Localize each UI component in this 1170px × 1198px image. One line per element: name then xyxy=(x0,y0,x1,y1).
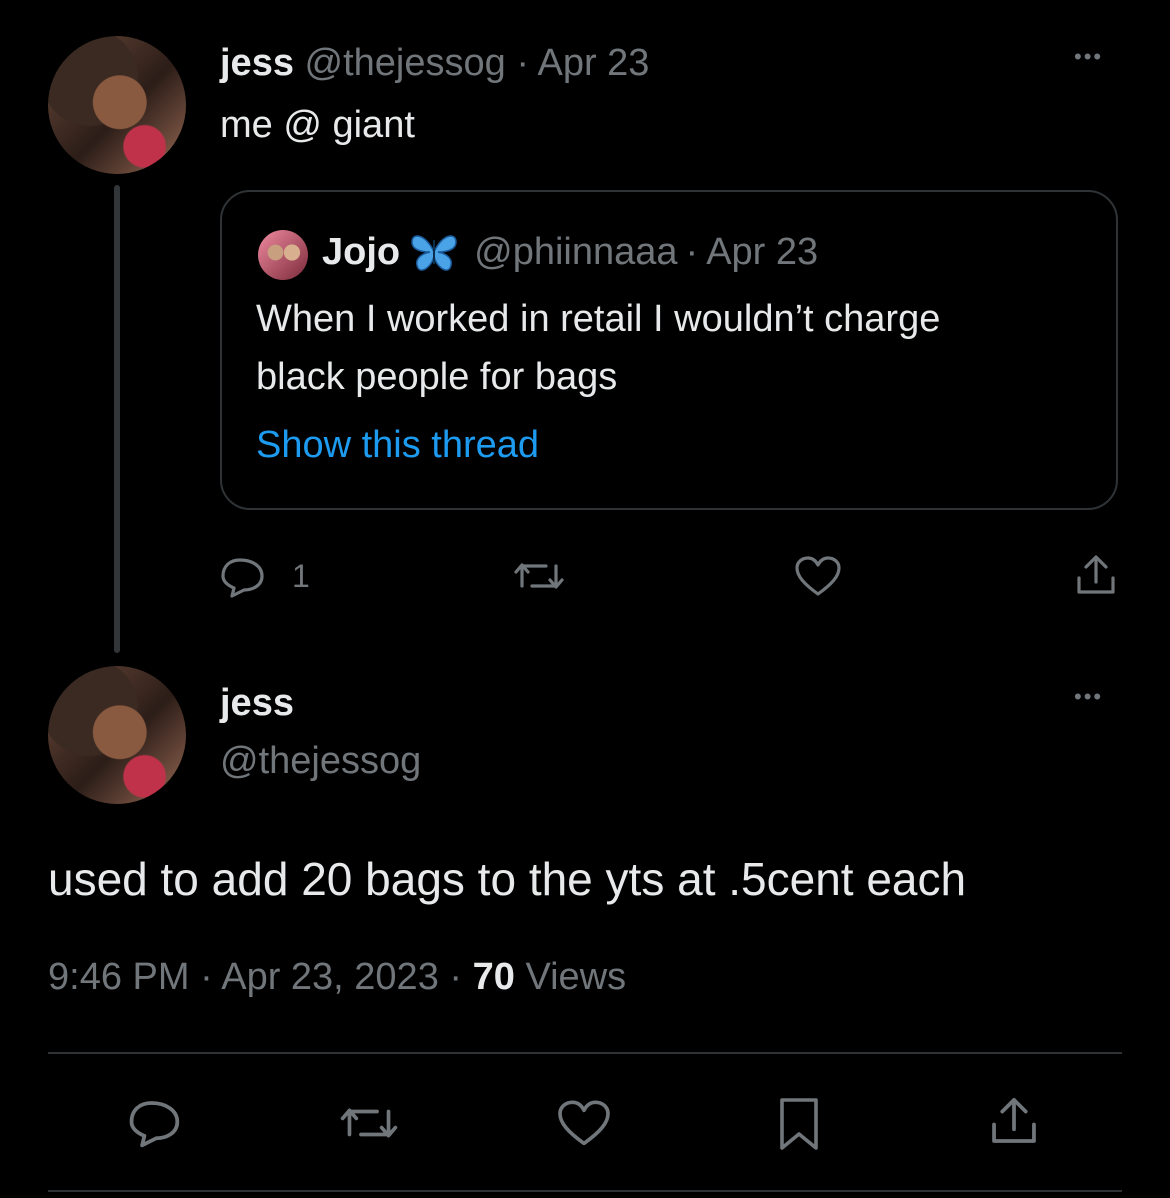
avatar[interactable] xyxy=(48,666,186,804)
quoted-avatar xyxy=(258,230,308,280)
views-count[interactable]: 70 xyxy=(473,956,515,998)
tweet-text: me @ giant xyxy=(220,104,415,146)
tweet-meta: 9:46 PM · Apr 23, 2023 · 70 Views xyxy=(48,956,626,999)
more-options-icon[interactable]: ••• xyxy=(1074,684,1103,710)
author-name[interactable]: jess xyxy=(220,682,294,725)
divider xyxy=(48,1190,1122,1192)
reply-count: 1 xyxy=(292,558,310,594)
bookmark-icon[interactable] xyxy=(776,1096,822,1152)
separator: · xyxy=(449,956,463,998)
quoted-text-line1: When I worked in retail I wouldn’t charg… xyxy=(256,298,941,340)
quoted-header: Jojo @phiinnaaa · Apr 23 xyxy=(322,230,818,274)
author-handle[interactable]: @thejessog xyxy=(220,740,421,783)
quoted-text-line2: black people for bags xyxy=(256,356,618,398)
show-thread-link[interactable]: Show this thread xyxy=(256,424,539,467)
quoted-author-name: Jojo xyxy=(322,230,401,273)
avatar[interactable] xyxy=(48,36,186,174)
share-icon[interactable] xyxy=(988,1094,1040,1148)
butterfly-icon xyxy=(408,230,460,274)
reply-icon[interactable] xyxy=(128,1098,182,1148)
retweet-icon[interactable] xyxy=(338,1100,400,1146)
share-icon[interactable] xyxy=(1074,552,1118,598)
reply-icon[interactable] xyxy=(220,556,266,598)
tweet-text: used to add 20 bags to the yts at .5cent… xyxy=(48,853,967,905)
quoted-author-handle: @phiinnaaa xyxy=(474,230,678,273)
separator: · xyxy=(200,956,213,998)
thread-line xyxy=(114,185,120,653)
author-name[interactable]: jess xyxy=(220,42,294,84)
tweet-time[interactable]: 9:46 PM xyxy=(48,956,190,998)
like-icon[interactable] xyxy=(556,1100,612,1148)
tweet-date[interactable]: Apr 23, 2023 xyxy=(221,956,439,998)
retweet-icon[interactable] xyxy=(512,556,566,596)
views-label[interactable]: Views xyxy=(525,956,626,998)
author-handle[interactable]: @thejessog xyxy=(305,42,506,84)
separator: · xyxy=(685,230,699,273)
tweet-header: jess @thejessog · Apr 23 xyxy=(220,42,649,85)
separator: · xyxy=(516,42,529,84)
like-icon[interactable] xyxy=(794,556,842,598)
more-options-icon[interactable]: ••• xyxy=(1074,44,1103,70)
tweet-date[interactable]: Apr 23 xyxy=(537,42,649,84)
divider xyxy=(48,1052,1122,1054)
quoted-date: Apr 23 xyxy=(706,230,819,273)
